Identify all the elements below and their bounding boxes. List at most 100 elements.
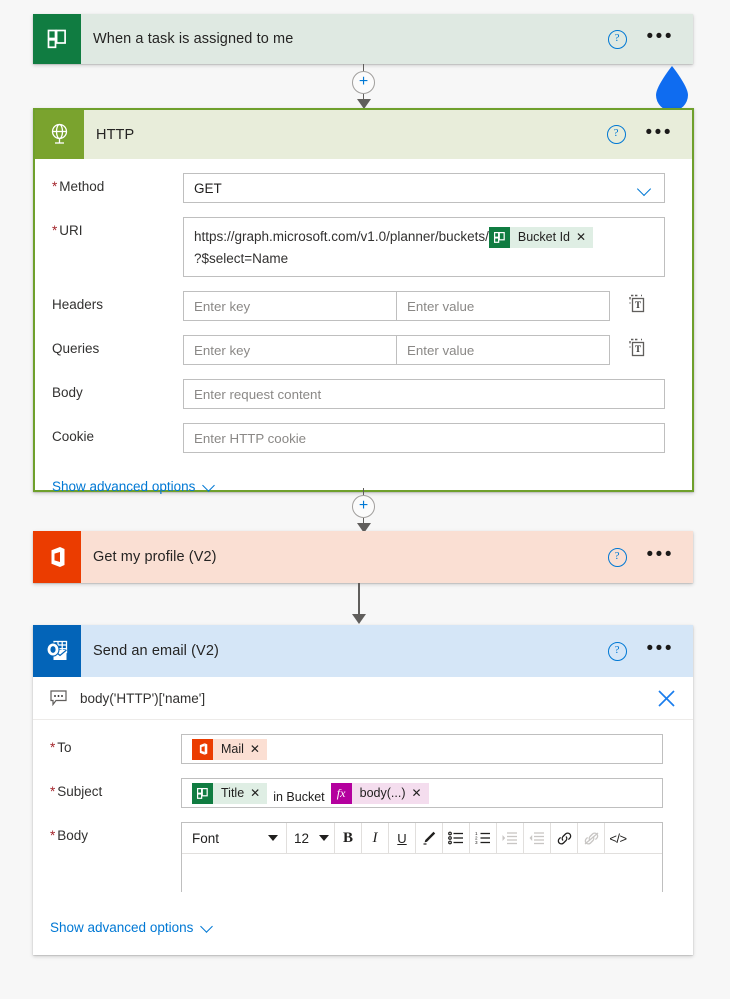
placeholder: Enter value — [407, 342, 475, 358]
queries-value-input[interactable]: Enter value — [396, 335, 610, 365]
method-value: GET — [194, 180, 222, 196]
subject-input[interactable]: Title ✕ in Bucket fx body(...) ✕ — [181, 778, 663, 808]
underline-button[interactable]: U — [389, 823, 416, 853]
subject-label: * Subject — [50, 784, 103, 799]
dynamic-token-expression[interactable]: fx body(...) ✕ — [330, 782, 429, 804]
trigger-card-header[interactable]: When a task is assigned to me ? ••• — [33, 14, 693, 64]
switch-to-text-mode-icon[interactable]: T — [628, 294, 646, 314]
connector-profile-to-email — [352, 583, 366, 624]
uri-input[interactable]: https://graph.microsoft.com/v1.0/planner… — [183, 217, 665, 277]
arrow-head-icon — [352, 614, 366, 624]
token-label: body(...) — [359, 786, 406, 800]
office365-users-icon — [192, 738, 213, 760]
comment-icon — [50, 690, 67, 707]
action-card-send-an-email[interactable]: Send an email (V2) ? ••• body('HTTP')['n… — [33, 625, 693, 955]
required-asterisk: * — [50, 784, 56, 799]
cookie-label: Cookie — [52, 429, 95, 444]
email-body-text-area[interactable] — [182, 854, 662, 892]
more-options-icon[interactable]: ••• — [646, 123, 673, 142]
row-cookie: Cookie Enter HTTP cookie — [35, 423, 692, 453]
font-size-dropdown[interactable]: 12 — [287, 823, 335, 853]
more-options-icon[interactable]: ••• — [647, 639, 674, 658]
outlook-icon — [33, 625, 81, 677]
indent-icon[interactable] — [497, 823, 524, 853]
http-card-header[interactable]: HTTP ? ••• — [35, 110, 692, 159]
dynamic-token-mail[interactable]: Mail ✕ — [192, 738, 267, 760]
cookie-input[interactable]: Enter HTTP cookie — [183, 423, 665, 453]
rich-text-toolbar: Font 12 B I U 1 2 3 </> — [182, 823, 662, 854]
body-input[interactable]: Enter request content — [183, 379, 665, 409]
code-view-button[interactable]: </> — [605, 823, 631, 853]
numbered-list-icon[interactable]: 123 — [470, 823, 497, 853]
row-to: * To Mail ✕ — [33, 734, 693, 764]
help-icon[interactable]: ? — [607, 641, 627, 661]
help-icon[interactable]: ? — [607, 547, 627, 567]
http-form-body: * Method GET * URI https://graph.microsoft… — [35, 173, 692, 494]
row-queries: Queries Enter key Enter value T — [35, 335, 692, 365]
required-asterisk: * — [50, 740, 56, 755]
chevron-down-icon — [202, 922, 213, 933]
svg-text:3: 3 — [475, 840, 478, 845]
planner-icon — [33, 14, 81, 64]
row-body: Body Enter request content — [35, 379, 692, 409]
connector-trigger-to-http: + — [352, 64, 375, 109]
unlink-icon[interactable] — [578, 823, 605, 853]
trigger-card-planner[interactable]: When a task is assigned to me ? ••• — [33, 14, 693, 64]
expression-fx-icon: fx — [330, 782, 352, 804]
trigger-header-actions: ? ••• — [607, 27, 693, 49]
action-card-http[interactable]: HTTP ? ••• * Method GET * URI https://gr… — [33, 108, 694, 494]
more-options-icon[interactable]: ••• — [647, 27, 674, 46]
profile-card-header[interactable]: Get my profile (V2) ? ••• — [33, 531, 693, 583]
highlight-pen-icon[interactable] — [416, 823, 443, 853]
email-body-editor[interactable]: Font 12 B I U 1 2 3 </> — [181, 822, 663, 892]
remove-token-icon[interactable]: ✕ — [250, 786, 267, 800]
uri-text-before: https://graph.microsoft.com/v1.0/planner… — [194, 229, 489, 244]
queries-key-input[interactable]: Enter key — [183, 335, 397, 365]
remove-token-icon[interactable]: ✕ — [412, 786, 429, 800]
http-header-actions: ? ••• — [606, 123, 692, 144]
close-icon[interactable] — [657, 689, 676, 708]
link-icon[interactable] — [551, 823, 578, 853]
switch-to-text-mode-icon[interactable]: T — [628, 338, 646, 358]
email-title: Send an email (V2) — [93, 643, 219, 659]
connector-line — [362, 488, 365, 495]
connector-http-to-profile: + — [352, 488, 375, 533]
outdent-icon[interactable] — [524, 823, 551, 853]
planner-icon — [488, 226, 510, 248]
help-icon[interactable]: ? — [606, 125, 626, 144]
action-card-get-my-profile[interactable]: Get my profile (V2) ? ••• — [33, 531, 693, 583]
to-input[interactable]: Mail ✕ — [181, 734, 663, 764]
more-options-icon[interactable]: ••• — [647, 545, 674, 564]
svg-text:T: T — [635, 344, 641, 354]
add-step-button[interactable]: + — [352, 71, 375, 94]
expression-tooltip-bar: body('HTTP')['name'] — [33, 677, 693, 720]
remove-token-icon[interactable]: ✕ — [576, 226, 593, 248]
body-label: Body — [52, 385, 83, 400]
chevron-down-icon[interactable] — [639, 184, 652, 192]
email-card-header[interactable]: Send an email (V2) ? ••• — [33, 625, 693, 677]
placeholder: Enter key — [194, 342, 251, 358]
add-step-button[interactable]: + — [352, 495, 375, 518]
bold-button[interactable]: B — [335, 823, 362, 853]
italic-button[interactable]: I — [362, 823, 389, 853]
email-show-advanced-options[interactable]: Show advanced options — [33, 920, 693, 935]
headers-key-input[interactable]: Enter key — [183, 291, 397, 321]
uri-text-after: ?$select=Name — [194, 251, 289, 266]
remove-token-icon[interactable]: ✕ — [250, 742, 267, 756]
headers-value-input[interactable]: Enter value — [396, 291, 610, 321]
dynamic-token-bucket-id[interactable]: Bucket Id ✕ — [488, 226, 594, 248]
email-body-label: * Body — [50, 828, 89, 843]
headers-label: Headers — [52, 297, 104, 312]
font-family-dropdown[interactable]: Font — [182, 823, 287, 853]
row-headers: Headers Enter key Enter value T — [35, 291, 692, 321]
profile-header-actions: ? ••• — [607, 545, 693, 567]
bulleted-list-icon[interactable] — [443, 823, 470, 853]
email-form-body: * To Mail ✕ * Subject Title ✕ in Bucket … — [33, 734, 693, 935]
dynamic-token-title[interactable]: Title ✕ — [192, 782, 268, 804]
help-icon[interactable]: ? — [607, 29, 627, 49]
row-subject: * Subject Title ✕ in Bucket fx body(...)… — [33, 778, 693, 808]
method-dropdown[interactable]: GET — [183, 173, 665, 203]
required-asterisk: * — [52, 179, 58, 194]
required-asterisk: * — [50, 828, 56, 843]
water-drop-cursor — [653, 65, 691, 111]
